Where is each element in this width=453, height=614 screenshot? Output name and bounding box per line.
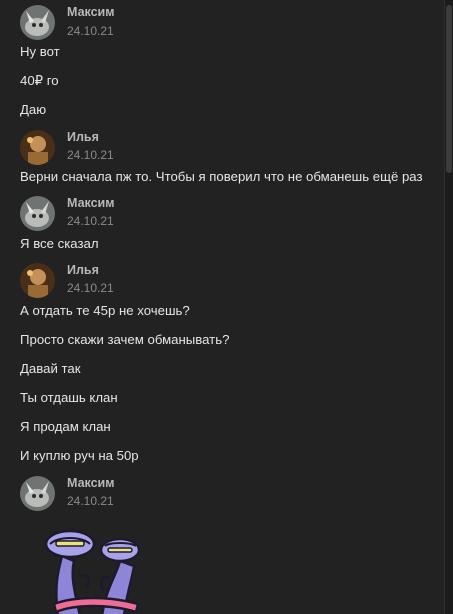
message-date: 24.10.21 xyxy=(67,148,114,162)
author-name[interactable]: Максим xyxy=(67,5,115,19)
message-date: 24.10.21 xyxy=(67,214,114,228)
message-date: 24.10.21 xyxy=(67,494,114,508)
purple-creature-sticker[interactable] xyxy=(40,516,150,614)
message-text: Ты отдашь клан xyxy=(20,390,118,405)
message-text: И куплю руч на 50р xyxy=(20,448,139,463)
avatar-ilya[interactable] xyxy=(20,263,55,298)
scrollbar-thumb[interactable] xyxy=(446,5,452,173)
chat-history: Максим 24.10.21 Ну вот 40₽ го Даю Илья 2… xyxy=(0,0,445,614)
message-text: Ну вот xyxy=(20,44,60,59)
message-text: Я все сказал xyxy=(20,236,99,251)
message-date: 24.10.21 xyxy=(67,24,114,38)
author-name[interactable]: Илья xyxy=(67,130,99,144)
message-text: Давай так xyxy=(20,361,81,376)
author-name[interactable]: Илья xyxy=(67,263,99,277)
message-text: 40₽ го xyxy=(20,73,59,88)
message-text: Просто скажи зачем обманывать? xyxy=(20,332,230,347)
avatar-ilya[interactable] xyxy=(20,130,55,165)
message-text: Даю xyxy=(20,102,47,117)
message-text: Я продам клан xyxy=(20,419,111,434)
message-date: 24.10.21 xyxy=(67,281,114,295)
scrollbar-track[interactable] xyxy=(445,0,453,614)
author-name[interactable]: Максим xyxy=(67,196,115,210)
avatar-maxim[interactable] xyxy=(20,5,55,40)
avatar-maxim[interactable] xyxy=(20,476,55,511)
message-text: А отдать те 45р не хочешь? xyxy=(20,303,190,318)
author-name[interactable]: Максим xyxy=(67,476,115,490)
message-text: Верни сначала пж то. Чтобы я поверил что… xyxy=(20,169,423,184)
avatar-maxim[interactable] xyxy=(20,196,55,231)
